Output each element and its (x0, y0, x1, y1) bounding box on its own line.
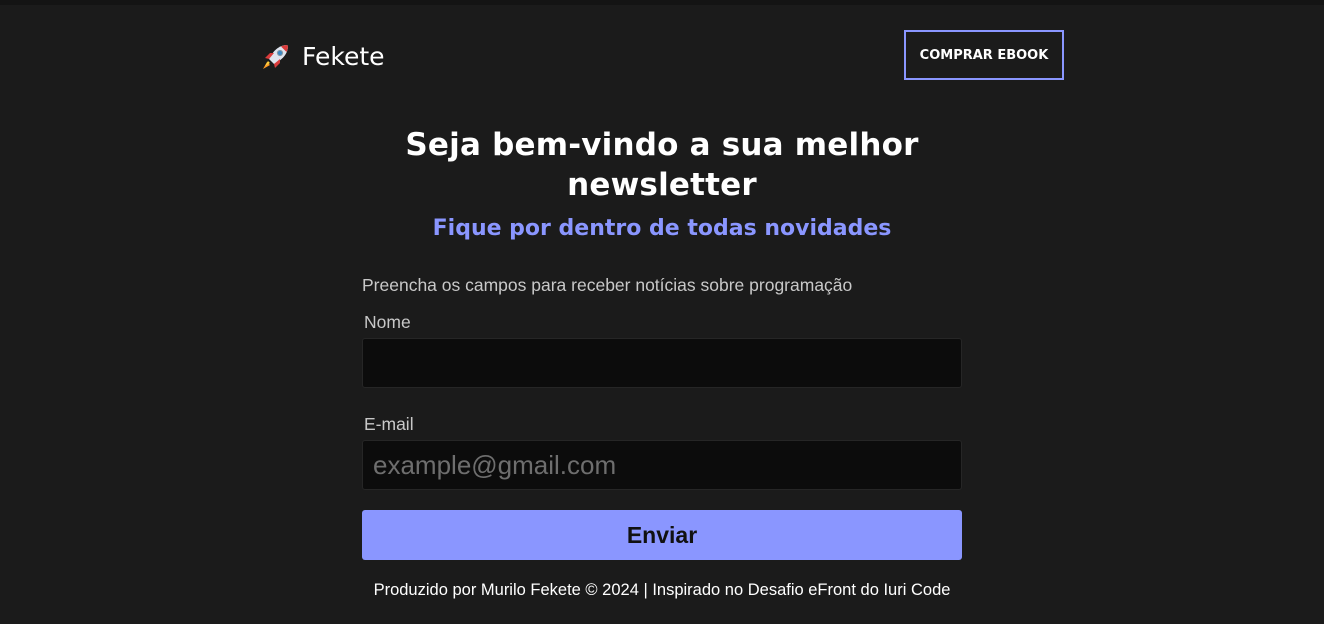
form-intro: Preencha os campos para receber notícias… (362, 275, 853, 295)
name-input[interactable] (362, 338, 962, 388)
brand-logo[interactable]: Fekete (260, 40, 385, 74)
submit-button[interactable]: Enviar (362, 510, 962, 560)
email-label: E-mail (364, 414, 414, 434)
brand-name: Fekete (302, 42, 385, 71)
hero-title: Seja bem-vindo a sua melhor newsletter (405, 127, 919, 203)
hero-subtitle: Fique por dentro de todas novidades (432, 216, 892, 241)
email-input[interactable] (362, 440, 962, 490)
rocket-icon (260, 41, 292, 73)
top-strip (0, 0, 1324, 5)
buy-ebook-button[interactable]: COMPRAR EBOOK (904, 30, 1064, 80)
name-label: Nome (364, 312, 411, 332)
footer-credits: Produzido por Murilo Fekete © 2024 | Ins… (373, 581, 951, 599)
